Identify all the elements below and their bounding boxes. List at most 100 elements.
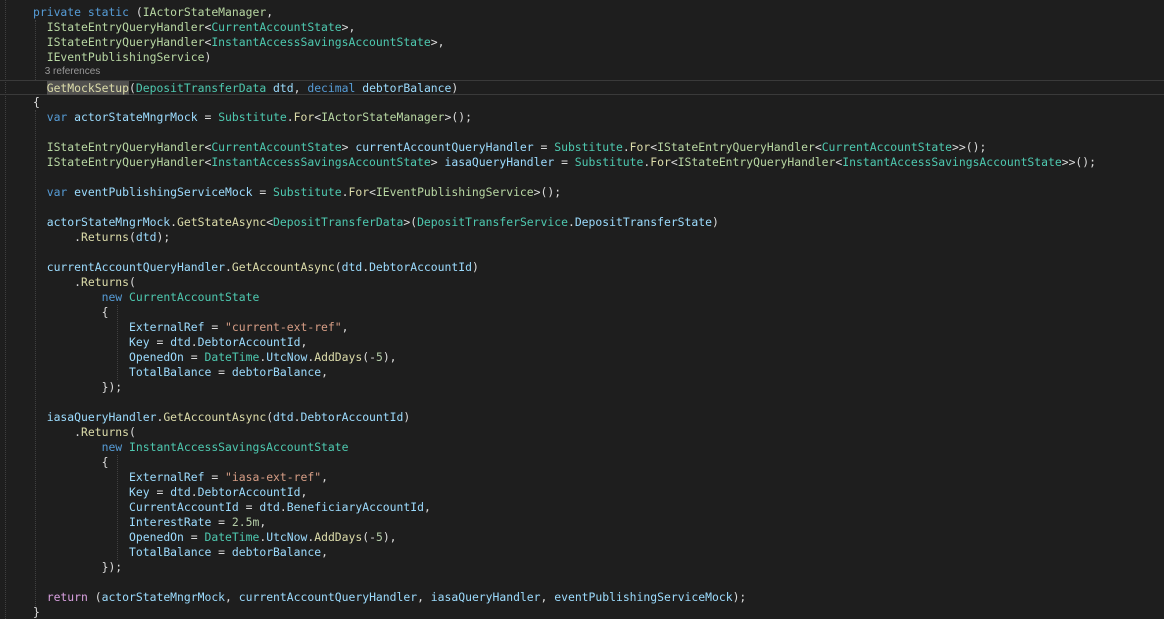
punctuation: = — [149, 485, 171, 499]
punctuation: { — [33, 95, 40, 109]
identifier: DepositTransferState — [574, 215, 712, 229]
code-line[interactable]: var actorStateMngrMock = Substitute.For<… — [0, 110, 1164, 125]
code-line[interactable] — [0, 395, 1164, 410]
code-line[interactable]: OpenedOn = DateTime.UtcNow.AddDays(-5), — [0, 530, 1164, 545]
code-line[interactable]: IStateEntryQueryHandler<CurrentAccountSt… — [0, 20, 1164, 35]
code-line[interactable]: currentAccountQueryHandler.GetAccountAsy… — [0, 260, 1164, 275]
code-line[interactable] — [0, 170, 1164, 185]
code-line[interactable]: IStateEntryQueryHandler<InstantAccessSav… — [0, 35, 1164, 50]
punctuation: = — [183, 530, 205, 544]
punctuation: = — [204, 470, 226, 484]
punctuation: > — [430, 155, 445, 169]
punctuation: , — [417, 590, 431, 604]
code-line[interactable]: TotalBalance = debtorBalance, — [0, 545, 1164, 560]
punctuation: ); — [156, 230, 171, 244]
code-line[interactable]: CurrentAccountId = dtd.BeneficiaryAccoun… — [0, 500, 1164, 515]
code-line[interactable]: } — [0, 605, 1164, 619]
code-line[interactable] — [0, 125, 1164, 140]
type-name: DepositTransferData — [273, 215, 404, 229]
type-name: Substitute — [273, 185, 342, 199]
identifier: dtd — [170, 335, 191, 349]
code-line[interactable]: GetMockSetup(DepositTransferData dtd, de… — [0, 80, 1164, 95]
interface-name: IStateEntryQueryHandler — [677, 155, 836, 169]
code-line[interactable]: private static (IActorStateManager, — [0, 5, 1164, 20]
interface-name: IEventPublishingService — [46, 50, 205, 64]
identifier: ExternalRef — [129, 320, 205, 334]
punctuation: . — [190, 485, 198, 499]
code-line[interactable]: OpenedOn = DateTime.UtcNow.AddDays(-5), — [0, 350, 1164, 365]
identifier: DebtorAccountId — [369, 260, 472, 274]
code-line[interactable]: return (actorStateMngrMock, currentAccou… — [0, 590, 1164, 605]
code-line[interactable]: ExternalRef = "iasa-ext-ref", — [0, 470, 1164, 485]
code-line[interactable]: .Returns( — [0, 425, 1164, 440]
code-line[interactable]: IStateEntryQueryHandler<CurrentAccountSt… — [0, 140, 1164, 155]
code-line[interactable]: { — [0, 305, 1164, 320]
identifier: eventPublishingServiceMock — [74, 185, 253, 199]
type-name: InstantAccessSavingsAccountState — [211, 35, 431, 49]
punctuation: = — [252, 185, 274, 199]
punctuation: >>(); — [1061, 155, 1097, 169]
code-line[interactable]: }); — [0, 560, 1164, 575]
code-line[interactable]: IStateEntryQueryHandler< InstantAccessSav… — [0, 155, 1164, 170]
string-literal: "iasa-ext-ref" — [225, 470, 322, 484]
punctuation: >(); — [533, 185, 562, 199]
number-literal: 5 — [375, 350, 383, 364]
type-name: InstantAccessSavingsAccountState — [842, 155, 1062, 169]
identifier: dtd — [273, 81, 294, 95]
punctuation: ) — [451, 81, 459, 95]
code-line[interactable]: InterestRate = 2.5m, — [0, 515, 1164, 530]
punctuation: < — [814, 140, 822, 154]
type-name: Substitute — [554, 140, 623, 154]
identifier: dtd — [273, 410, 294, 424]
punctuation: , — [266, 5, 274, 19]
punctuation: . — [286, 110, 294, 124]
selected-identifier: GetMockSetup — [46, 81, 130, 95]
punctuation: ) — [403, 410, 411, 424]
code-line[interactable]: var eventPublishingServiceMock = Substit… — [0, 185, 1164, 200]
code-line[interactable]: actorStateMngrMock.GetStateAsync<Deposit… — [0, 215, 1164, 230]
code-line[interactable]: new CurrentAccountState — [0, 290, 1164, 305]
code-line[interactable] — [0, 200, 1164, 215]
punctuation: ( — [129, 81, 136, 95]
code-line[interactable] — [0, 575, 1164, 590]
code-line[interactable]: { — [0, 455, 1164, 470]
code-line[interactable]: .Returns(dtd); — [0, 230, 1164, 245]
codelens-references[interactable]: 3 references — [45, 66, 101, 77]
punctuation: = — [197, 110, 219, 124]
punctuation: >, — [341, 20, 356, 34]
code-line[interactable]: ExternalRef = "current-ext-ref", — [0, 320, 1164, 335]
codelens-line[interactable]: 3 references — [0, 65, 1164, 80]
punctuation: = — [149, 335, 171, 349]
punctuation: , — [321, 365, 328, 379]
code-line[interactable]: .Returns( — [0, 275, 1164, 290]
identifier: BeneficiaryAccountId — [286, 500, 424, 514]
method-name: Returns — [81, 275, 130, 289]
identifier: TotalBalance — [129, 365, 212, 379]
method-name: For — [293, 110, 315, 124]
identifier: actorStateMngrMock — [74, 110, 198, 124]
method-name: GetStateAsync — [177, 215, 267, 229]
interface-name: IStateEntryQueryHandler — [657, 140, 815, 154]
code-line[interactable]: iasaQueryHandler.GetAccountAsync(dtd.Deb… — [0, 410, 1164, 425]
code-line[interactable]: Key = dtd.DebtorAccountId, — [0, 335, 1164, 350]
punctuation: } — [33, 605, 40, 619]
punctuation: . — [74, 425, 82, 439]
code-lines[interactable]: private static (IActorStateManager, IStat… — [0, 0, 1164, 619]
method-name: For — [650, 155, 671, 169]
code-line[interactable]: Key = dtd.DebtorAccountId, — [0, 485, 1164, 500]
punctuation: < — [670, 155, 678, 169]
punctuation: , — [321, 545, 328, 559]
code-line[interactable] — [0, 245, 1164, 260]
identifier: dtd — [259, 500, 280, 514]
method-name: For — [629, 140, 651, 154]
code-line[interactable]: }); — [0, 380, 1164, 395]
code-line[interactable]: TotalBalance = debtorBalance, — [0, 365, 1164, 380]
code-editor[interactable]: private static (IActorStateManager, IStat… — [0, 0, 1164, 619]
code-line[interactable]: IEventPublishingService) — [0, 50, 1164, 65]
identifier: InterestRate — [129, 515, 212, 529]
punctuation: ) — [711, 215, 719, 229]
code-line[interactable]: new InstantAccessSavingsAccountState — [0, 440, 1164, 455]
code-line[interactable]: { — [0, 95, 1164, 110]
punctuation: ); — [732, 590, 747, 604]
identifier: debtorBalance — [231, 545, 322, 559]
